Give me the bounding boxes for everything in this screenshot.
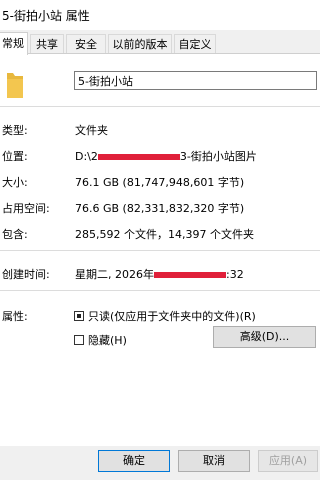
apply-button[interactable]: 应用(A) [258,450,318,472]
tab-customize[interactable]: 自定义 [174,34,216,54]
readonly-checkbox-box[interactable] [74,311,84,321]
type-value: 文件夹 [75,124,108,137]
tab-strip: 常规 共享 安全 以前的版本 自定义 [0,32,320,55]
created-suffix: :32 [226,268,244,281]
contains-value: 285,592 个文件，14,397 个文件夹 [75,228,254,241]
location-prefix: D:\2 [75,150,98,163]
location-label: 位置: [2,150,28,163]
divider [0,250,320,251]
redaction-mark [97,154,180,160]
hidden-label: 隐藏(H) [88,334,127,347]
type-label: 类型: [2,124,28,137]
ok-button[interactable]: 确定 [98,450,170,472]
disk-size-value: 76.6 GB (82,331,832,320 字节) [75,202,245,215]
attributes-label: 属性: [2,310,28,323]
divider [0,106,320,107]
created-label: 创建时间: [2,268,50,281]
tab-security[interactable]: 安全 [66,34,106,54]
advanced-button[interactable]: 高级(D)... [213,326,316,348]
window-title: 5-街拍小站 属性 [2,9,90,23]
general-panel: 5-街拍小站 类型: 文件夹 位置: D:\2 3-街拍小站图片 大小: 76.1… [0,53,320,446]
disk-size-label: 占用空间: [2,202,50,215]
readonly-checkbox[interactable]: 只读(仅应用于文件夹中的文件)(R) [74,308,256,324]
created-prefix: 星期二, 2026年 [75,268,154,281]
location-value: D:\2 3-街拍小站图片 [75,148,257,164]
size-label: 大小: [2,176,28,189]
created-value: 星期二, 2026年 :32 [75,266,244,282]
location-suffix: 3-街拍小站图片 [179,150,257,163]
folder-icon [7,73,23,98]
hidden-checkbox-box[interactable] [74,335,84,345]
cancel-button[interactable]: 取消 [178,450,250,472]
title-bar: 5-街拍小站 属性 [0,0,320,30]
tab-sharing[interactable]: 共享 [30,34,64,54]
size-value: 76.1 GB (81,747,948,601 字节) [75,176,245,189]
tab-general[interactable]: 常规 [0,32,28,55]
contains-label: 包含: [2,228,28,241]
redaction-mark [154,272,226,278]
folder-name-field[interactable]: 5-街拍小站 [74,71,317,90]
readonly-label: 只读(仅应用于文件夹中的文件)(R) [88,310,256,323]
hidden-checkbox[interactable]: 隐藏(H) [74,332,127,348]
tab-previous-versions[interactable]: 以前的版本 [108,34,172,54]
divider [0,290,320,291]
